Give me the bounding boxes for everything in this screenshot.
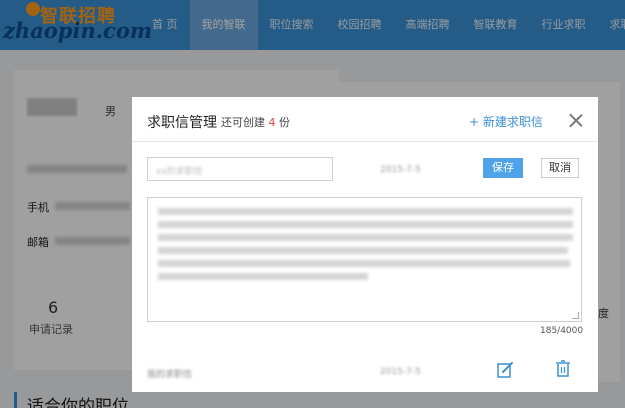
cover-letter-modal: 求职信管理 还可创建 4 份 + 新建求职信 xx的求职信 2015-7-5 保…	[132, 97, 598, 392]
character-count: 185/4000	[540, 326, 584, 336]
letter-content-textarea[interactable]	[147, 197, 582, 322]
save-button[interactable]: 保存	[483, 158, 523, 178]
quota-prefix: 还可创建	[221, 116, 265, 129]
saved-letter-name[interactable]: 我的求职信	[147, 367, 192, 380]
letter-text-line	[158, 208, 573, 215]
quota-suffix: 份	[279, 116, 290, 129]
letter-text-line	[158, 247, 568, 254]
letter-text-line	[158, 234, 573, 241]
new-cover-letter-link[interactable]: + 新建求职信	[469, 113, 543, 130]
letter-title-input[interactable]: xx的求职信	[147, 157, 333, 181]
letter-date: 2015-7-5	[380, 165, 421, 175]
letter-text-line	[158, 260, 570, 267]
quota-count: 4	[268, 116, 276, 129]
resize-handle[interactable]	[572, 312, 579, 319]
modal-header: 求职信管理 还可创建 4 份 + 新建求职信	[132, 97, 598, 142]
modal-title: 求职信管理	[147, 115, 217, 131]
letter-text-line	[158, 273, 368, 280]
letter-title-value: xx的求职信	[156, 167, 203, 177]
trash-icon[interactable]	[555, 360, 571, 378]
remaining-quota: 还可创建 4 份	[221, 114, 290, 130]
edit-icon[interactable]	[496, 361, 514, 379]
saved-letter-date: 2015-7-5	[380, 367, 421, 377]
cancel-button[interactable]: 取消	[541, 158, 579, 178]
letter-text-line	[158, 221, 573, 228]
close-icon[interactable]	[569, 113, 583, 127]
